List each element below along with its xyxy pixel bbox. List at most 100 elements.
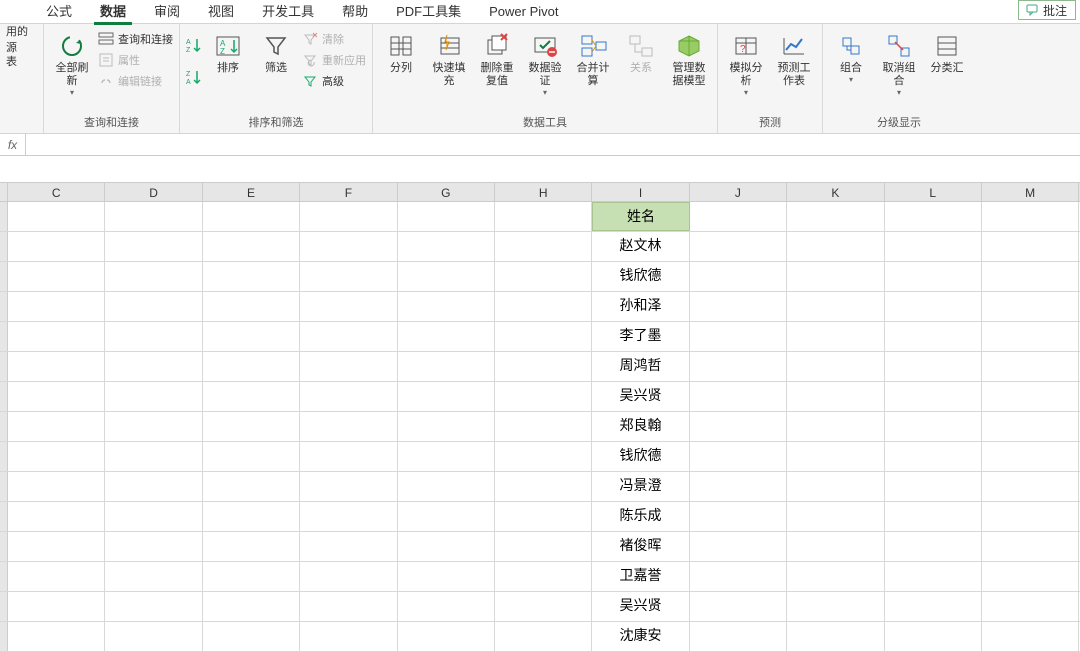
cell[interactable] [982,622,1079,651]
connections-item[interactable]: 查询和连接 [98,30,173,48]
cell[interactable] [300,352,397,381]
cell[interactable] [982,292,1079,321]
cell[interactable] [398,202,495,231]
cell[interactable] [8,622,105,651]
cell[interactable] [982,352,1079,381]
cell[interactable] [398,472,495,501]
col-header-I[interactable]: I [592,183,689,201]
cell[interactable] [690,262,787,291]
cell[interactable]: 冯景澄 [592,472,689,501]
cell[interactable] [690,292,787,321]
data-validation-button[interactable]: 数据验证 ▾ [523,28,567,101]
cell[interactable] [982,532,1079,561]
cell[interactable] [203,412,300,441]
cell[interactable] [982,202,1079,231]
cell[interactable] [8,532,105,561]
cell[interactable] [398,532,495,561]
refresh-all-button[interactable]: 全部刷新 ▾ [50,28,94,101]
cell[interactable] [203,232,300,261]
cell[interactable] [105,202,202,231]
cell[interactable] [105,352,202,381]
cell[interactable] [105,472,202,501]
cell[interactable] [982,442,1079,471]
cell[interactable] [885,232,982,261]
cell[interactable] [8,502,105,531]
cell[interactable] [300,532,397,561]
cell[interactable] [495,262,592,291]
cell[interactable] [300,232,397,261]
cell[interactable] [690,592,787,621]
cell[interactable] [690,502,787,531]
recent-sources-item[interactable]: 用的源 [6,30,37,48]
col-header-G[interactable]: G [398,183,495,201]
cell[interactable] [8,232,105,261]
cell[interactable] [398,352,495,381]
cell[interactable] [203,292,300,321]
cell[interactable] [690,202,787,231]
cell[interactable] [885,292,982,321]
cell[interactable] [300,592,397,621]
col-header-K[interactable]: K [787,183,884,201]
cell[interactable]: 孙和泽 [592,292,689,321]
cell[interactable] [300,472,397,501]
tab-formula[interactable]: 公式 [32,0,86,24]
cell[interactable]: 吴兴贤 [592,382,689,411]
cell[interactable] [203,262,300,291]
cell[interactable] [787,382,884,411]
clear-filter-item[interactable]: 清除 [302,30,366,48]
cell[interactable] [787,442,884,471]
cell[interactable] [495,322,592,351]
cell[interactable] [203,592,300,621]
col-header-C[interactable]: C [8,183,105,201]
text-to-columns-button[interactable]: 分列 [379,28,423,79]
forecast-button[interactable]: 预测工作表 [772,28,816,92]
properties-item[interactable]: 属性 [98,51,173,69]
cell[interactable] [982,562,1079,591]
cell[interactable] [885,532,982,561]
cell[interactable] [885,202,982,231]
reapply-item[interactable]: 重新应用 [302,51,366,69]
sort-button[interactable]: AZ 排序 [206,28,250,79]
cell[interactable] [300,322,397,351]
cell[interactable] [495,622,592,651]
col-header-L[interactable]: L [885,183,982,201]
advanced-filter-item[interactable]: 高级 [302,72,366,90]
cell[interactable] [300,292,397,321]
cell[interactable] [398,232,495,261]
cell[interactable] [495,532,592,561]
cell[interactable] [982,592,1079,621]
cell[interactable] [982,472,1079,501]
cell[interactable] [787,562,884,591]
cell[interactable] [105,502,202,531]
cell[interactable] [885,262,982,291]
cell[interactable] [8,442,105,471]
cell[interactable] [885,382,982,411]
cell[interactable] [398,382,495,411]
cell[interactable] [787,292,884,321]
cell[interactable] [8,382,105,411]
cell[interactable] [885,322,982,351]
cell[interactable] [787,322,884,351]
cell[interactable] [300,442,397,471]
cell[interactable] [885,472,982,501]
cell[interactable]: 钱欣德 [592,442,689,471]
cell[interactable] [300,202,397,231]
cell[interactable] [398,592,495,621]
cell[interactable]: 吴兴贤 [592,592,689,621]
cell[interactable] [8,562,105,591]
sort-desc-button[interactable]: ZA [186,68,202,86]
cell[interactable] [105,622,202,651]
cell[interactable] [203,472,300,501]
cell[interactable] [203,532,300,561]
cell[interactable] [8,322,105,351]
tab-data[interactable]: 数据 [86,0,140,24]
col-header-H[interactable]: H [495,183,592,201]
tab-review[interactable]: 审阅 [140,0,194,24]
cell[interactable] [982,412,1079,441]
flash-fill-button[interactable]: 快速填充 [427,28,471,92]
cell[interactable] [203,622,300,651]
cell[interactable]: 周鸿哲 [592,352,689,381]
subtotal-button[interactable]: 分类汇 [925,28,969,79]
cell[interactable] [885,502,982,531]
cell[interactable] [105,532,202,561]
